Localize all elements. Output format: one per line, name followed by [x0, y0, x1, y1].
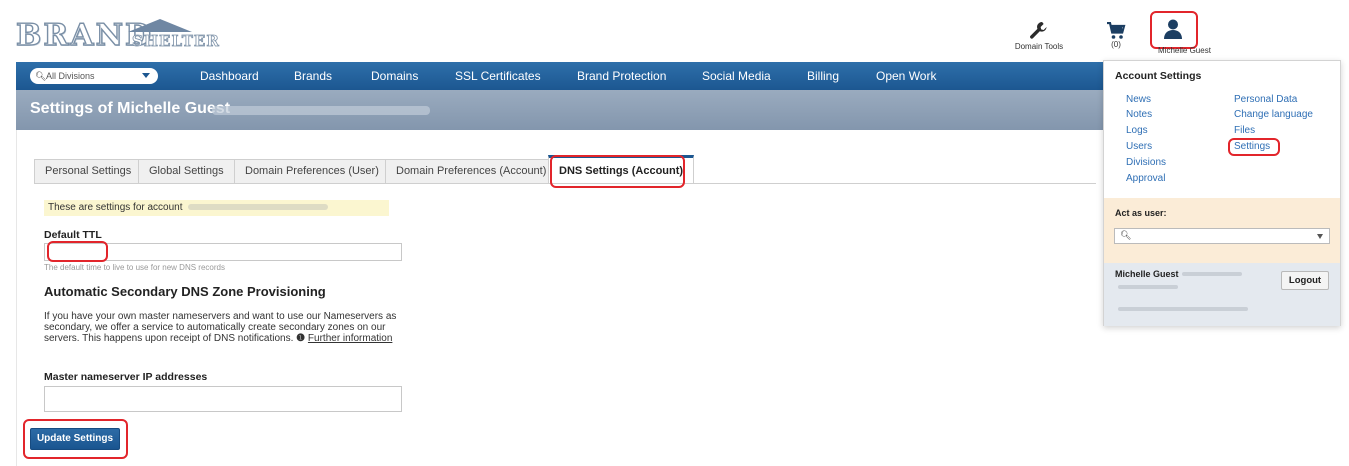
nav-domains[interactable]: Domains [371, 62, 418, 90]
cart-count: (0) [1111, 40, 1121, 49]
act-as-user-section: Act as user: 🔍︎ [1104, 198, 1340, 263]
tab-personal-settings[interactable]: Personal Settings [34, 159, 143, 184]
cart-icon [1107, 22, 1126, 39]
nav-dashboard[interactable]: Dashboard [200, 62, 259, 90]
account-link-files[interactable]: Files [1234, 125, 1255, 136]
domain-tools-label: Domain Tools [1014, 42, 1064, 51]
account-link-users[interactable]: Users [1126, 141, 1152, 152]
account-link-divisions[interactable]: Divisions [1126, 157, 1166, 168]
account-link-change-language[interactable]: Change language [1234, 109, 1313, 120]
account-settings-title: Account Settings [1115, 70, 1202, 82]
logo-roof-icon [128, 19, 192, 32]
logo-shelter-text: SHELTER [132, 32, 220, 51]
nav-ssl-certificates[interactable]: SSL Certificates [455, 62, 541, 90]
master-ns-input[interactable] [44, 386, 402, 412]
nav-social-media[interactable]: Social Media [702, 62, 771, 90]
chevron-down-icon [142, 73, 150, 78]
user-icon [1164, 19, 1182, 39]
account-footer: Michelle Guest Logout [1104, 263, 1340, 326]
redacted-user-info [1118, 307, 1248, 311]
top-header: BRAND SHELTER Domain Tools (0) Michelle … [0, 0, 1349, 62]
account-link-news[interactable]: News [1126, 94, 1151, 105]
tab-domain-preferences-user[interactable]: Domain Preferences (User) [234, 159, 390, 184]
tabs-divider [34, 183, 1096, 184]
search-icon: 🔍︎ [1120, 230, 1132, 240]
account-notice: These are settings for account [44, 200, 389, 216]
redacted-account-name [188, 204, 329, 211]
account-link-notes[interactable]: Notes [1126, 109, 1152, 120]
nav-brands[interactable]: Brands [294, 62, 332, 90]
act-as-user-select[interactable]: 🔍︎ [1114, 228, 1330, 244]
act-as-user-label: Act as user: [1115, 208, 1167, 218]
account-notice-text: These are settings for account [48, 202, 183, 213]
tab-dns-settings-account[interactable]: DNS Settings (Account) [548, 155, 695, 184]
tab-global-settings[interactable]: Global Settings [138, 159, 235, 184]
update-settings-button[interactable]: Update Settings [30, 428, 120, 450]
header-user-name: Michelle Guest [1158, 46, 1211, 55]
secondary-dns-description: If you have your own master nameservers … [44, 311, 404, 344]
redacted-user-info [1118, 285, 1178, 289]
further-information-link[interactable]: Further information [308, 333, 392, 344]
cart-button[interactable]: (0) [1102, 22, 1130, 49]
default-ttl-hint: The default time to live to use for new … [44, 263, 225, 272]
account-footer-name: Michelle Guest [1115, 269, 1179, 279]
nav-brand-protection[interactable]: Brand Protection [577, 62, 666, 90]
secondary-dns-section-title: Automatic Secondary DNS Zone Provisionin… [44, 284, 326, 299]
division-select-label: All Divisions [46, 71, 95, 81]
division-select[interactable]: 🔍︎ All Divisions [30, 68, 158, 84]
redacted-account-id [212, 106, 430, 115]
main-navbar: 🔍︎ All Divisions Dashboard Brands Domain… [16, 62, 1103, 90]
nav-open-work[interactable]: Open Work [876, 62, 936, 90]
tab-domain-preferences-account[interactable]: Domain Preferences (Account) [385, 159, 558, 184]
redacted-user-info [1182, 272, 1242, 276]
brand-logo[interactable]: BRAND SHELTER [15, 14, 219, 53]
account-link-logs[interactable]: Logs [1126, 125, 1148, 136]
master-ns-label: Master nameserver IP addresses [44, 371, 208, 383]
wrench-icon [1030, 22, 1047, 39]
info-icon: ❶ [296, 333, 306, 344]
account-link-approval[interactable]: Approval [1126, 173, 1165, 184]
nav-billing[interactable]: Billing [807, 62, 839, 90]
user-menu-button[interactable] [1153, 19, 1193, 39]
domain-tools-button[interactable]: Domain Tools [1014, 20, 1064, 51]
chevron-down-icon [1317, 234, 1323, 239]
account-link-personal-data[interactable]: Personal Data [1234, 94, 1297, 105]
page-title: Settings of Michelle Guest [30, 100, 231, 117]
search-icon: 🔍︎ [35, 71, 47, 81]
default-ttl-label: Default TTL [44, 229, 102, 241]
default-ttl-input[interactable] [44, 243, 402, 261]
account-link-settings[interactable]: Settings [1234, 141, 1270, 152]
account-settings-panel: Account Settings News Notes Logs Users D… [1103, 60, 1341, 326]
page-title-band: Settings of Michelle Guest [16, 90, 1103, 130]
logout-button[interactable]: Logout [1281, 271, 1329, 290]
